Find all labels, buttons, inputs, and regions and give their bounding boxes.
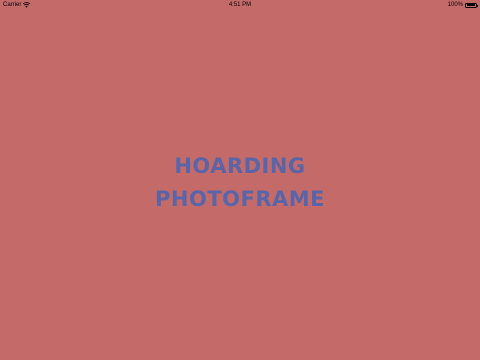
battery-group: 100% [447, 0, 478, 10]
battery-percent: 100% [447, 2, 463, 8]
battery-icon [465, 2, 478, 8]
status-bar: Carrier 4:51 PM 100% [0, 0, 480, 10]
splash-title-line-2: PHOTOFRAME [154, 187, 325, 211]
status-time: 4:51 PM [228, 2, 252, 8]
battery-fill [466, 4, 476, 6]
splash-title-line-1: HOARDING [174, 154, 306, 178]
splash-title: HOARDING PHOTOFRAME [0, 150, 480, 216]
